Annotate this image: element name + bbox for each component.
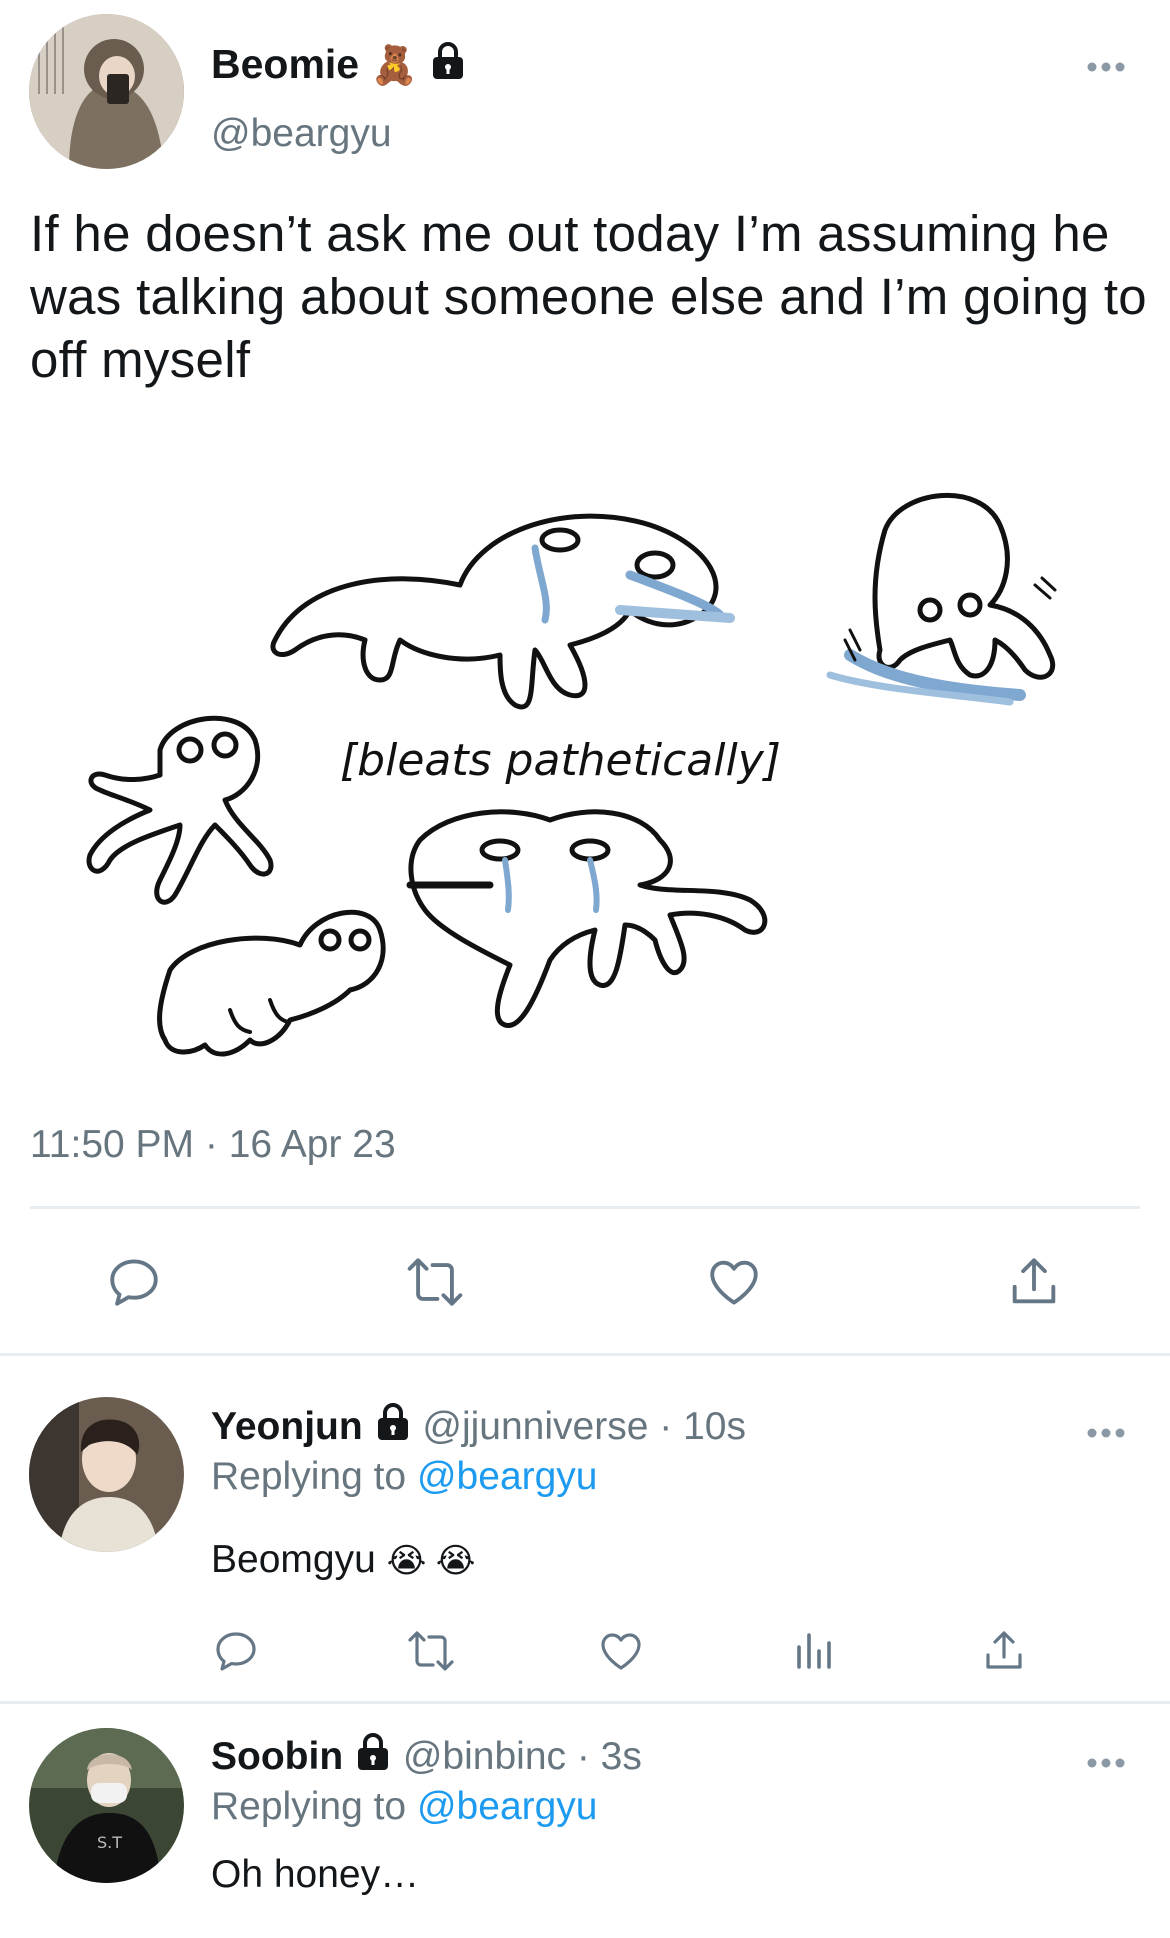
crying-emoji: 😭 😭	[386, 1542, 476, 1580]
divider	[0, 1701, 1170, 1704]
divider	[0, 1353, 1170, 1356]
replying-to-label: Replying to	[211, 1785, 407, 1828]
avatar-yeonjun-image	[29, 1397, 184, 1552]
doodle-creature-2	[826, 492, 1057, 706]
replying-to-handle[interactable]: @beargyu	[417, 1785, 598, 1828]
like-button[interactable]	[596, 1627, 646, 1675]
reply-button[interactable]	[212, 1627, 260, 1675]
retweet-icon	[407, 1258, 463, 1306]
retweet-icon	[408, 1631, 454, 1671]
reply-handle[interactable]: @binbinc	[403, 1735, 566, 1778]
replying-to-handle[interactable]: @beargyu	[417, 1455, 598, 1498]
lock-icon	[374, 1402, 412, 1455]
heart-icon	[710, 1260, 758, 1305]
author-display-name[interactable]: Beomie	[211, 41, 359, 87]
reply-time[interactable]: · 10s	[659, 1405, 746, 1448]
reply-time[interactable]: · 3s	[577, 1735, 642, 1778]
reply-icon	[110, 1259, 158, 1306]
more-options-icon[interactable]	[1086, 52, 1126, 73]
lock-icon	[354, 1732, 392, 1785]
avatar-soobin[interactable]: S.T	[29, 1728, 184, 1883]
avatar-beomie[interactable]	[29, 14, 184, 169]
more-options-icon[interactable]	[1086, 1748, 1126, 1769]
heart-icon	[601, 1633, 641, 1670]
reply-text: Oh honey…	[211, 1853, 420, 1896]
divider	[30, 1206, 1140, 1209]
tweet-text: If he doesn’t ask me out today I’m assum…	[30, 205, 1147, 388]
lock-icon	[429, 41, 467, 93]
reply-text: Beomgyu	[211, 1538, 376, 1581]
retweet-button[interactable]	[403, 1253, 467, 1311]
share-icon	[1012, 1258, 1056, 1304]
reply-display-name[interactable]: Soobin	[211, 1735, 343, 1778]
views-button[interactable]	[789, 1627, 837, 1675]
retweet-button[interactable]	[405, 1627, 457, 1675]
doodle-creature-5	[157, 909, 386, 1057]
reply-display-name[interactable]: Yeonjun	[211, 1405, 363, 1448]
like-button[interactable]	[704, 1253, 764, 1311]
doodle-creature-1	[270, 513, 735, 710]
doodle-caption: [bleats pathetically]	[340, 735, 781, 786]
avatar-beomie-image	[29, 14, 184, 169]
doodle-creature-3	[86, 715, 274, 905]
avatar-soobin-image: S.T	[29, 1728, 184, 1883]
share-button[interactable]	[980, 1627, 1028, 1675]
bar-chart-icon	[797, 1633, 831, 1669]
more-options-icon[interactable]	[1086, 1418, 1126, 1439]
share-icon	[986, 1631, 1022, 1669]
doodle-creature-4	[406, 809, 768, 1028]
replying-to-label: Replying to	[211, 1455, 407, 1498]
reply-icon	[216, 1632, 256, 1671]
teddy-bear-emoji: 🧸	[370, 45, 418, 87]
tweet-timestamp[interactable]: 11:50 PM · 16 Apr 23	[30, 1123, 396, 1167]
share-button[interactable]	[1005, 1253, 1063, 1311]
reply-handle[interactable]: @jjunniverse	[422, 1405, 648, 1448]
avatar-yeonjun[interactable]	[29, 1397, 184, 1552]
author-handle[interactable]: @beargyu	[211, 112, 392, 156]
reply-button[interactable]	[105, 1253, 163, 1311]
svg-text:S.T: S.T	[97, 1833, 122, 1852]
tweet-image[interactable]: [bleats pathetically]	[30, 440, 1070, 1070]
